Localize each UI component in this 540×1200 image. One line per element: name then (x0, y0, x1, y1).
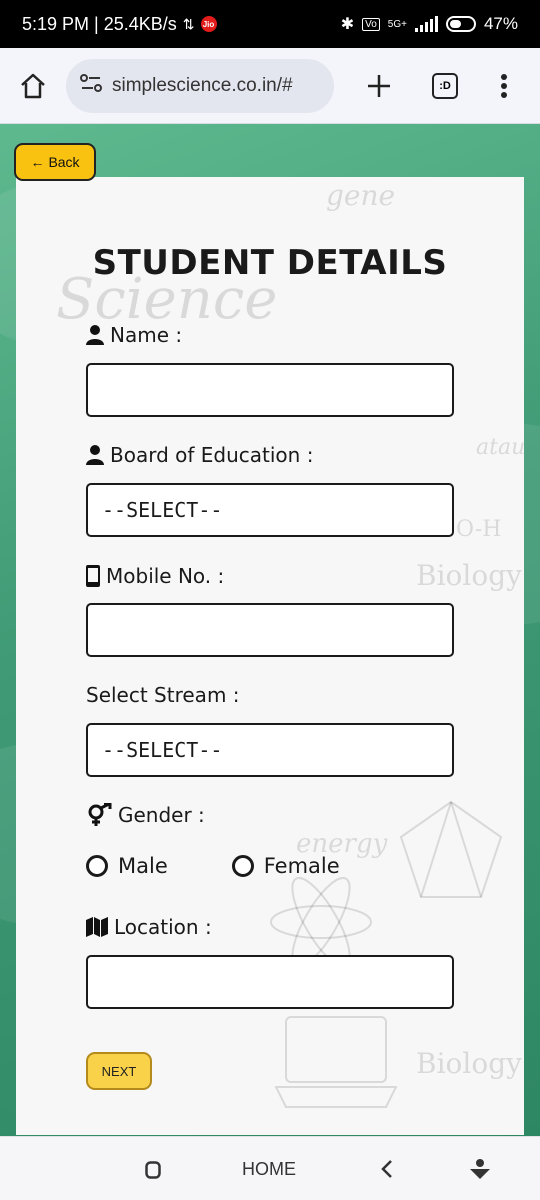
overflow-menu-icon[interactable] (500, 73, 508, 99)
location-label: Location : (86, 915, 212, 939)
recents-icon[interactable] (145, 1161, 161, 1184)
board-label: Board of Education : (86, 443, 313, 467)
back-nav-icon[interactable] (380, 1159, 394, 1184)
url-bar[interactable]: simplescience.co.in/# (66, 58, 334, 113)
url-text: simplescience.co.in/# (112, 74, 293, 96)
background-doodle: Biology (416, 1047, 522, 1080)
background-doodle: atau (476, 435, 524, 460)
location-label-text: Location : (114, 915, 212, 939)
system-nav-bar: HOME (0, 1136, 540, 1200)
laptop-doodle-icon (274, 1016, 398, 1108)
board-label-text: Board of Education : (110, 443, 314, 467)
gender-female-radio[interactable]: Female (231, 854, 340, 878)
mobile-input[interactable] (86, 603, 454, 657)
gender-label: Gender : (86, 803, 205, 827)
bluetooth-icon: ✱ (340, 16, 355, 33)
battery-level: 47% (483, 14, 518, 33)
page-title: STUDENT DETAILS (92, 243, 448, 283)
background-doodle: Biology (416, 559, 522, 592)
name-label-text: Name : (110, 323, 183, 347)
back-button[interactable]: ← Back (14, 143, 96, 181)
battery-icon (445, 16, 476, 32)
signal-icon (414, 16, 438, 32)
site-settings-icon[interactable] (80, 73, 102, 98)
status-time-speed: 5:19 PM | 25.4KB/s (22, 13, 177, 34)
atom-doodle-icon (270, 877, 372, 967)
radio-circle-icon (86, 855, 108, 877)
volte-icon: Vo (362, 17, 380, 31)
mobile-label: Mobile No. : (86, 564, 224, 588)
arrow-left-icon: ← (30, 154, 45, 170)
browser-toolbar: simplescience.co.in/# :D (0, 48, 540, 124)
name-input[interactable] (86, 363, 454, 417)
mobile-label-text: Mobile No. : (106, 564, 225, 588)
gender-male-radio[interactable]: Male (86, 854, 168, 878)
user-icon (86, 325, 104, 345)
data-sync-icon: ⇅ (182, 15, 195, 32)
location-input[interactable] (86, 955, 454, 1009)
stream-label-text: Select Stream : (86, 683, 240, 707)
form-card: Science gene Biology energy O-H atau Bio… (16, 177, 524, 1135)
map-icon (86, 917, 108, 937)
status-bar: 5:19 PM | 25.4KB/s ⇅ Jio ✱ Vo 5G+ 47% (0, 0, 540, 48)
stream-select[interactable]: --SELECT-- (86, 723, 454, 777)
gender-icon (88, 803, 112, 826)
network-type: 5G+ (387, 18, 407, 30)
molecule-doodle-icon (399, 800, 503, 898)
name-label: Name : (86, 323, 182, 347)
new-tab-icon[interactable] (366, 73, 392, 99)
home-nav-button[interactable]: HOME (242, 1159, 296, 1180)
gender-male-label: Male (118, 854, 168, 878)
tab-switcher-button[interactable]: :D (432, 72, 458, 99)
home-icon[interactable] (18, 71, 48, 101)
gender-label-text: Gender : (118, 803, 205, 827)
next-button[interactable]: NEXT (86, 1052, 152, 1090)
gender-female-label: Female (263, 854, 340, 878)
back-label: Back (48, 154, 80, 170)
radio-circle-icon (231, 855, 254, 877)
background-doodle: gene (326, 179, 396, 212)
board-select[interactable]: --SELECT-- (86, 483, 454, 537)
background-doodle: O-H (456, 517, 502, 542)
mobile-phone-icon (86, 565, 100, 587)
user-icon (86, 445, 104, 465)
stream-label: Select Stream : (86, 683, 240, 707)
assistant-icon[interactable] (468, 1157, 492, 1186)
jio-app-icon: Jio (200, 16, 217, 32)
gender-options: Male Female (86, 854, 340, 878)
